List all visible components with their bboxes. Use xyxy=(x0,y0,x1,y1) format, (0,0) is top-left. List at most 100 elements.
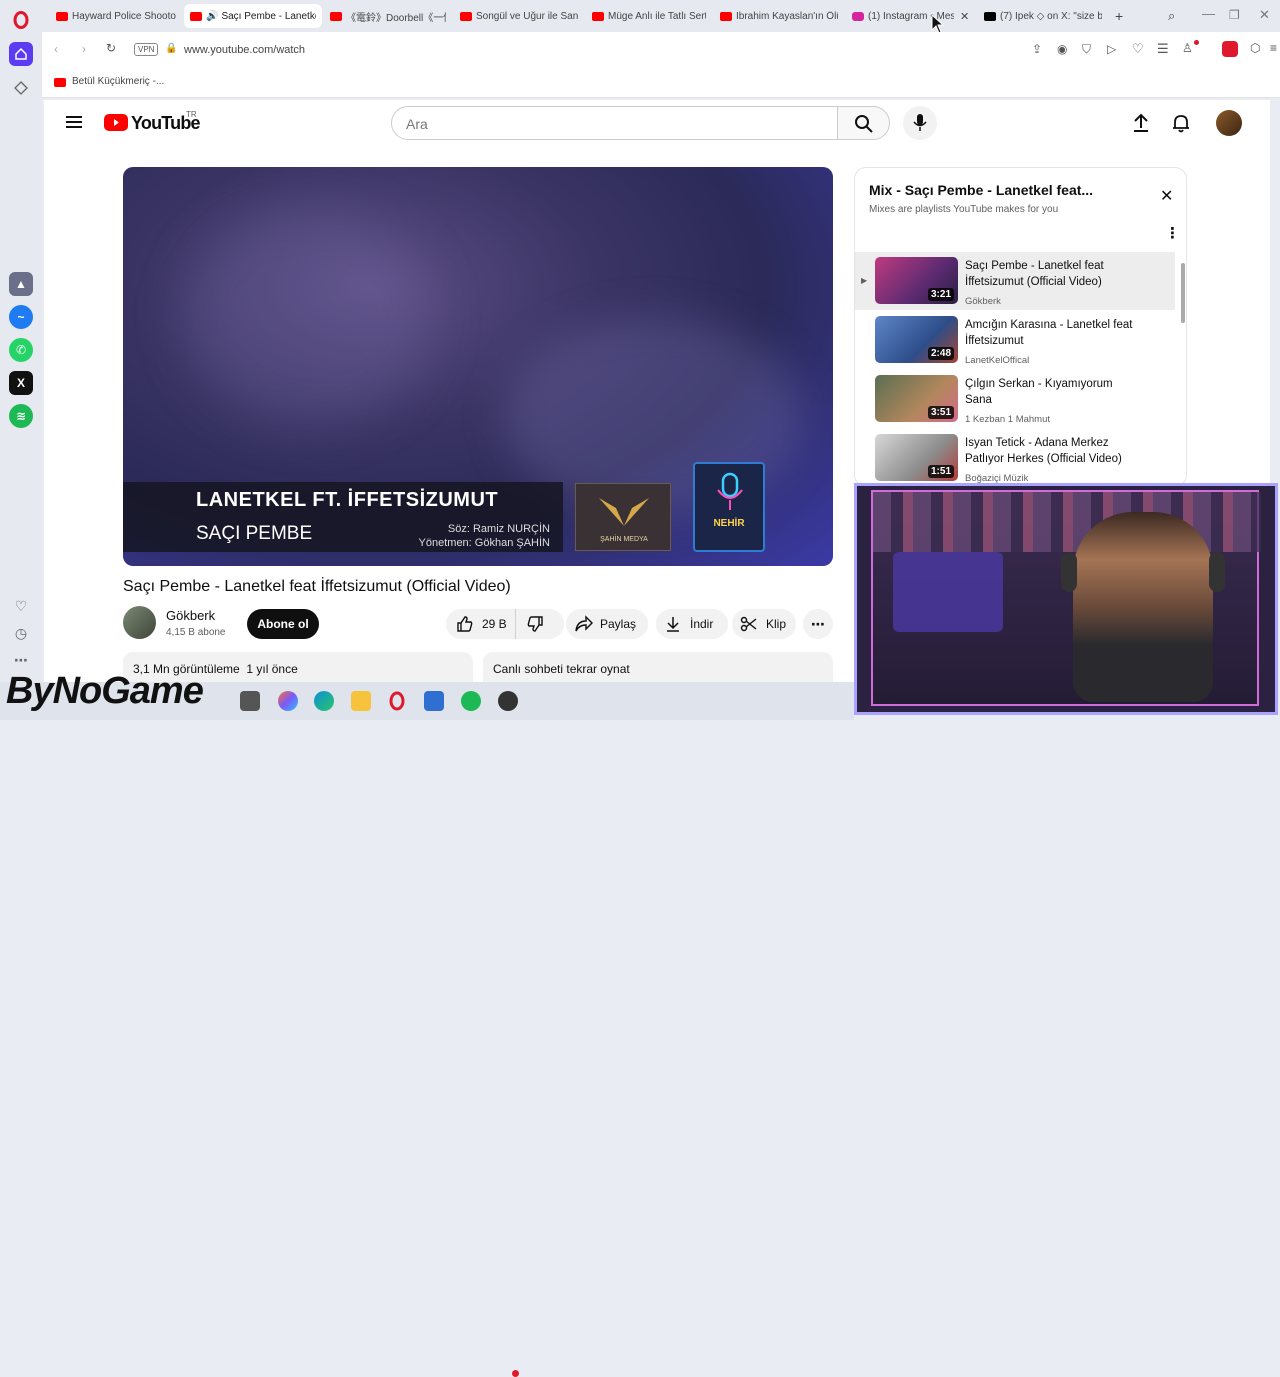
tab-7[interactable]: (1) Instagram • Mes ✕ xyxy=(846,4,976,28)
forward-icon[interactable]: › xyxy=(82,42,86,56)
download-icon xyxy=(667,617,679,632)
home-icon[interactable] xyxy=(9,42,33,66)
edge-icon[interactable] xyxy=(314,691,334,711)
mix-item[interactable]: ▶ 3:21 Saçı Pembe - Lanetkel feat İffets… xyxy=(855,252,1175,310)
hamburger-menu-icon[interactable] xyxy=(66,115,82,129)
youtube-favicon-icon xyxy=(330,11,342,21)
channel-subscribers: 4,15 B abone xyxy=(166,627,226,638)
tab-6[interactable]: İbrahim Kayaslan'ın Ölü xyxy=(714,4,844,28)
x-twitter-icon[interactable]: X xyxy=(9,371,33,395)
clip-button[interactable]: Klip xyxy=(732,609,796,639)
like-button[interactable]: 29 B xyxy=(446,609,516,639)
tab-8[interactable]: (7) İpek ◇ on X: "size bi xyxy=(978,4,1108,28)
opera-taskbar-icon[interactable] xyxy=(387,691,407,711)
search-button[interactable] xyxy=(837,106,890,140)
mix-item[interactable]: 2:48 Amcığın Karasına - Lanetkel feat İf… xyxy=(855,311,1175,369)
lock-icon[interactable]: 🔒 xyxy=(165,43,177,54)
cube-extension-icon[interactable]: ⬡ xyxy=(1250,41,1260,55)
camera-icon[interactable]: ◉ xyxy=(1057,42,1067,56)
scissors-icon xyxy=(740,616,757,632)
notifications-bell-icon[interactable] xyxy=(1171,113,1191,133)
mix-thumbnail[interactable]: 1:51 xyxy=(875,434,958,481)
mix-item-title[interactable]: Amcığın Karasına - Lanetkel feat İffetsi… xyxy=(965,317,1135,349)
mix-more-icon[interactable]: ⋮ xyxy=(1165,224,1180,242)
more-horizontal-icon: ⋯ xyxy=(811,615,825,632)
mix-title[interactable]: Mix - Saçı Pembe - Lanetkel feat... xyxy=(869,182,1093,198)
video-player[interactable]: LANETKEL FT. İFFETSİZUMUT SAÇI PEMBE Söz… xyxy=(123,167,833,566)
bookmark-heart-icon[interactable]: ♡ xyxy=(1132,41,1144,57)
url-field[interactable]: www.youtube.com/watch xyxy=(184,44,305,56)
tab-5[interactable]: Müge Anlı ile Tatlı Sert xyxy=(586,4,712,28)
channel-avatar[interactable] xyxy=(123,606,156,639)
live-chat-replay-button[interactable]: Canlı sohbeti tekrar oynat xyxy=(483,652,833,685)
search-input[interactable]: Ara xyxy=(391,106,838,140)
menu-icon[interactable]: ≡ xyxy=(1270,41,1277,55)
shield-icon[interactable]: ⛉ xyxy=(1082,42,1091,57)
microphone-icon xyxy=(913,114,927,131)
share-url-icon[interactable]: ⇪ xyxy=(1032,42,1042,56)
mix-scrollbar[interactable] xyxy=(1181,263,1185,323)
share-icon xyxy=(575,615,593,632)
history-icon[interactable]: ◷ xyxy=(9,621,33,645)
user-avatar[interactable] xyxy=(1216,110,1242,136)
tab-2-active[interactable]: 🔊 Saçı Pembe - Lanetkel xyxy=(184,4,322,28)
whatsapp-icon[interactable]: ✆ xyxy=(9,338,33,362)
thumbs-up-icon xyxy=(457,616,473,632)
youtube-logo-icon[interactable] xyxy=(104,114,128,131)
webcam-feed xyxy=(871,490,1261,706)
vpn-badge[interactable]: VPN xyxy=(134,43,159,56)
new-tab-icon[interactable]: + xyxy=(1115,8,1123,24)
aria-icon[interactable]: ▲ xyxy=(9,272,33,296)
mix-thumbnail[interactable]: 2:48 xyxy=(875,316,958,363)
channel-name[interactable]: Gökberk xyxy=(166,608,215,623)
upload-icon[interactable] xyxy=(1131,113,1151,133)
outlook-icon[interactable] xyxy=(424,691,444,711)
bookmark-item[interactable]: Betül Küçükmeriç -... xyxy=(72,76,164,87)
back-icon[interactable]: ‹ xyxy=(54,42,58,56)
tab-4[interactable]: Songül ve Uğur ile Sanı xyxy=(454,4,584,28)
mix-item[interactable]: 1:51 Isyan Tetick - Adana Merkez Patlıyo… xyxy=(855,429,1175,486)
download-label: İndir xyxy=(690,617,714,631)
mix-thumbnail[interactable]: 3:51 xyxy=(875,375,958,422)
heart-icon[interactable]: ♡ xyxy=(9,594,33,618)
tab-3[interactable]: 《電鈴》Doorbell《一個人 xyxy=(324,4,452,28)
mouse-cursor-icon xyxy=(931,14,945,34)
voice-search-button[interactable] xyxy=(903,106,937,140)
mix-item[interactable]: 3:51 Çılgın Serkan - Kıyamıyorum Sana 1 … xyxy=(855,370,1175,428)
messenger-icon[interactable]: ~ xyxy=(9,305,33,329)
maximize-icon[interactable]: ❐ xyxy=(1229,8,1240,22)
tab-label: Saçı Pembe - Lanetkel xyxy=(221,10,316,22)
close-window-icon[interactable]: ✕ xyxy=(1259,7,1270,23)
minimize-icon[interactable]: — xyxy=(1202,6,1215,21)
extension-icon[interactable] xyxy=(1222,41,1238,57)
dislike-button[interactable] xyxy=(526,615,544,636)
copilot-icon[interactable] xyxy=(278,691,298,711)
tab-close-icon[interactable]: ✕ xyxy=(960,10,969,23)
download-button[interactable]: İndir xyxy=(656,609,728,639)
mix-item-title[interactable]: Saçı Pembe - Lanetkel feat İffetsizumut … xyxy=(965,258,1135,290)
task-view-icon[interactable] xyxy=(240,691,260,711)
subscribe-button[interactable]: Abone ol xyxy=(247,609,319,639)
share-button[interactable]: Paylaş xyxy=(566,609,648,639)
like-count: 29 B xyxy=(482,617,507,631)
obs-icon[interactable] xyxy=(498,691,518,711)
easy-setup-icon[interactable]: ☰ xyxy=(1157,41,1169,57)
mix-item-channel: LanetKelOffical xyxy=(965,355,1030,366)
opera-logo-icon[interactable] xyxy=(9,8,33,32)
more-actions-button[interactable]: ⋯ xyxy=(803,609,833,639)
pinboard-icon[interactable] xyxy=(9,76,33,100)
reload-icon[interactable]: ↻ xyxy=(106,41,116,55)
close-mix-icon[interactable]: ✕ xyxy=(1160,186,1173,206)
spotify-icon[interactable]: ≋ xyxy=(9,404,33,428)
tab-1[interactable]: Hayward Police Shooto xyxy=(50,4,182,28)
mix-item-title[interactable]: Isyan Tetick - Adana Merkez Patlıyor Her… xyxy=(965,435,1135,467)
search-tabs-icon[interactable]: ⌕ xyxy=(1168,8,1175,24)
more-icon[interactable]: ⋯ xyxy=(9,648,33,672)
profile-icon[interactable]: ♙ xyxy=(1182,41,1193,55)
spotify-taskbar-icon[interactable] xyxy=(461,691,481,711)
file-explorer-icon[interactable] xyxy=(351,691,371,711)
duration: 1:51 xyxy=(927,465,954,478)
send-icon[interactable]: ▷ xyxy=(1107,42,1116,56)
mix-thumbnail[interactable]: 3:21 xyxy=(875,257,958,304)
mix-item-title[interactable]: Çılgın Serkan - Kıyamıyorum Sana xyxy=(965,376,1135,408)
